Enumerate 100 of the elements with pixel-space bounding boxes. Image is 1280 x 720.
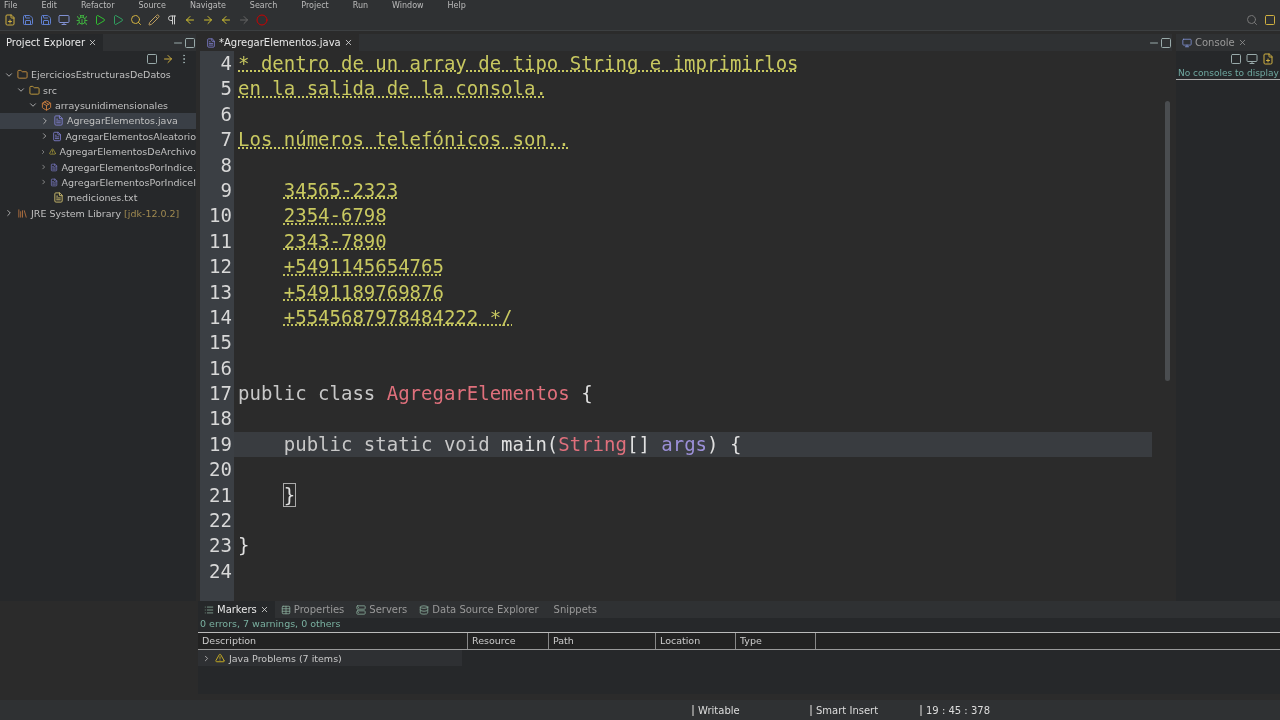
display-icon[interactable] (1246, 53, 1258, 65)
code-line: en la salida de la consola. (237, 76, 548, 102)
maximize-icon[interactable] (1160, 36, 1172, 49)
back-icon[interactable] (220, 14, 232, 26)
save-icon[interactable] (22, 14, 34, 26)
java-file-icon (50, 176, 59, 188)
tree-item[interactable]: AgregarElementos.java (0, 113, 196, 129)
pilcrow-icon[interactable] (166, 14, 178, 26)
line-number: 14 (208, 304, 233, 330)
tree-item[interactable]: JRE System Library [jdk-12.0.2] (0, 205, 196, 221)
console-message: No consoles to display (1176, 67, 1280, 80)
close-icon[interactable] (259, 605, 269, 614)
expand-icon[interactable] (202, 653, 211, 663)
tab-icon (356, 604, 367, 615)
column-header[interactable]: Path (549, 633, 656, 649)
line-number: 7 (219, 127, 233, 153)
view-tab[interactable]: Properties (274, 601, 351, 618)
tree-label: AgregarElementosDeArchivo (59, 146, 196, 158)
tree-item[interactable]: src (0, 82, 196, 98)
package-icon (41, 99, 52, 111)
view-tab[interactable]: Markers (198, 601, 275, 618)
tree-label: src (43, 84, 57, 96)
tree-item[interactable]: EjerciciosEstructurasDeDatos (0, 67, 196, 83)
folder-icon (29, 84, 40, 96)
tree-item[interactable]: AgregarElementosAleatorio (0, 128, 196, 144)
expand-icon[interactable] (4, 208, 14, 219)
code-line: 34565-2323 (282, 177, 400, 203)
menu-item[interactable]: Source (138, 0, 166, 10)
status-field: Smart Insert (810, 704, 920, 716)
menu-item[interactable]: Window (392, 0, 424, 10)
code-line: } (282, 482, 297, 508)
menu-item[interactable]: Navigate (189, 0, 226, 10)
code-line: } (237, 533, 251, 559)
tab-icon (419, 604, 430, 615)
tree-label: JRE System Library (31, 207, 122, 219)
menu-item[interactable]: Search (249, 0, 278, 10)
tree-item[interactable]: AgregarElementosPorIndiceI (0, 174, 196, 191)
tree-item[interactable]: AgregarElementosDeArchivo (0, 143, 196, 160)
menu-item[interactable]: Project (301, 0, 329, 10)
code-line: * dentro de un array de tipo String e imprimirlos (237, 51, 800, 76)
java-file-icon (50, 161, 59, 173)
project-folder-icon (17, 69, 28, 81)
menu-item[interactable]: Run (352, 0, 369, 10)
back-icon[interactable] (184, 14, 196, 26)
line-number: 4 (219, 51, 233, 76)
warning-file-icon (49, 146, 57, 158)
run-icon[interactable] (94, 14, 106, 26)
view-tab[interactable]: Snippets (544, 601, 603, 618)
tree-item[interactable]: arraysunidimensionales (0, 97, 196, 114)
search-icon[interactable] (130, 14, 142, 26)
problem-row[interactable]: Java Problems (7 items) (198, 650, 462, 666)
status-field: 19 : 45 : 378 (920, 704, 1030, 716)
close-icon[interactable] (88, 38, 98, 47)
new-icon[interactable] (4, 14, 16, 26)
menu-item[interactable]: Refactor (80, 0, 115, 10)
tab-icon (280, 604, 291, 615)
column-header[interactable]: Type (736, 633, 816, 649)
link-icon[interactable] (162, 53, 174, 65)
editor-tab[interactable]: *AgregarElementos.java (200, 34, 359, 51)
scrollbar-thumb[interactable] (1164, 101, 1170, 381)
column-header[interactable]: Description (198, 633, 468, 649)
library-icon (17, 207, 28, 219)
menu-item[interactable]: Edit (41, 0, 57, 10)
search-icon[interactable] (1246, 14, 1258, 26)
menu-item[interactable]: Help (447, 0, 466, 10)
menu-item[interactable]: File (4, 0, 18, 10)
expand-icon[interactable] (40, 115, 50, 126)
code-line: 2354-6798 (282, 203, 388, 229)
pencil-icon[interactable] (148, 14, 160, 26)
line-number: 13 (208, 279, 233, 305)
view-tab[interactable]: Servers (350, 601, 414, 618)
line-number: 24 (208, 558, 233, 584)
new-console-icon[interactable] (1262, 53, 1274, 65)
code-line: +5545687978484222 */ (282, 304, 514, 330)
line-number: 16 (208, 355, 233, 381)
bug-icon[interactable] (76, 14, 88, 26)
run-icon[interactable] (112, 14, 124, 26)
status-field: Writable (692, 704, 810, 716)
save-all-icon[interactable] (40, 14, 52, 26)
line-number: 12 (208, 254, 233, 280)
view-tab[interactable]: Project Explorer (0, 34, 104, 51)
line-number: 19 (208, 431, 233, 457)
tree-label: mediciones.txt (67, 192, 138, 204)
close-icon[interactable] (343, 38, 353, 47)
column-header[interactable]: Location (656, 633, 736, 649)
code-line: public class AgregarElementos { (237, 381, 594, 407)
line-number: 11 (208, 228, 233, 254)
monitor-icon[interactable] (58, 14, 70, 26)
tree-item[interactable]: AgregarElementosPorIndice. (0, 159, 196, 175)
java-file-icon (52, 130, 63, 142)
close-icon[interactable] (1237, 38, 1247, 47)
java-file-icon (206, 37, 216, 48)
column-header[interactable]: Resource (468, 633, 549, 649)
row-label: Java Problems (7 items) (229, 652, 342, 664)
tab-icon (204, 604, 214, 615)
maximize-icon[interactable] (184, 36, 196, 49)
view-tab[interactable]: Data Source Explorer (413, 601, 545, 618)
forward-icon[interactable] (202, 14, 214, 26)
text-file-icon (53, 192, 64, 204)
tree-item[interactable]: mediciones.txt (0, 190, 196, 206)
